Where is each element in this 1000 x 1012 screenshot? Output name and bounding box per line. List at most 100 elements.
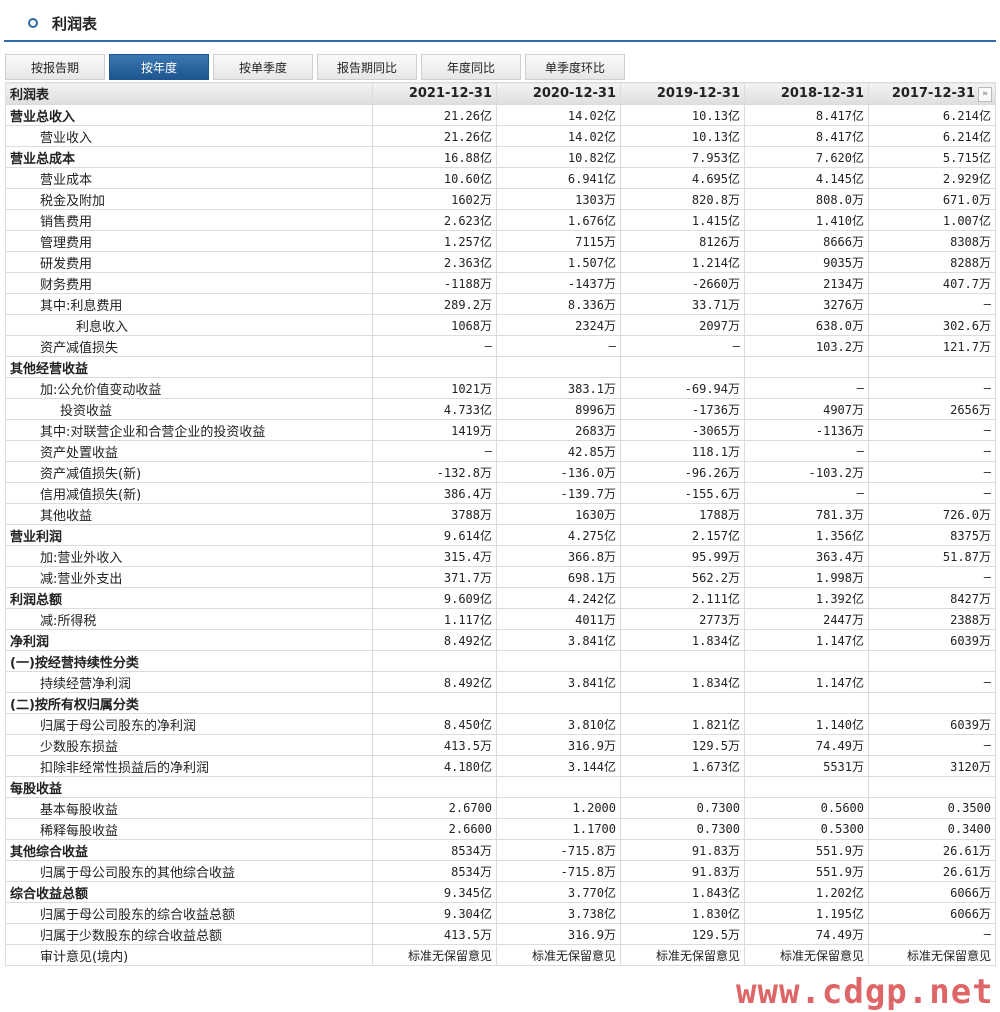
table-cell: 383.1万	[496, 377, 621, 399]
table-cell: 386.4万	[372, 482, 497, 504]
table-cell: 118.1万	[620, 440, 745, 462]
table-cell: 2656万	[868, 398, 996, 420]
table-cell: -1136万	[744, 419, 869, 441]
table-cell	[620, 356, 745, 378]
row-label: 其中:利息费用	[5, 293, 373, 315]
table-row: 审计意见(境内) 标准无保留意见 标准无保留意见 标准无保留意见 标准无保留意见 标准无保…	[5, 944, 996, 966]
row-label: 综合收益总额	[5, 881, 373, 903]
table-cell: 8.492亿	[372, 629, 497, 651]
column-header[interactable]: 2019-12-31	[620, 82, 745, 105]
table-cell: 103.2万	[744, 335, 869, 357]
table-cell: 21.26亿	[372, 104, 497, 126]
table-row: 利息收入 1068万 2324万 2097万 638.0万 302.6万	[5, 314, 996, 336]
table-cell: 3.810亿	[496, 713, 621, 735]
table-cell: 671.0万	[868, 188, 996, 210]
table-cell: 26.61万	[868, 839, 996, 861]
table-row: (一)按经营持续性分类	[5, 650, 996, 672]
table-cell: 413.5万	[372, 734, 497, 756]
table-row: 净利润 8.492亿 3.841亿 1.834亿 1.147亿 6039万	[5, 629, 996, 651]
table-row: 归属于母公司股东的综合收益总额 9.304亿 3.738亿 1.830亿 1.195亿 6…	[5, 902, 996, 924]
tab-4[interactable]: 年度同比	[421, 54, 521, 80]
table-cell: 2.363亿	[372, 251, 497, 273]
table-cell	[868, 650, 996, 672]
table-row: 每股收益	[5, 776, 996, 798]
column-header[interactable]: 2018-12-31	[744, 82, 869, 105]
table-cell: 638.0万	[744, 314, 869, 336]
table-row: 营业收入 21.26亿 14.02亿 10.13亿 8.417亿 6.214亿	[5, 125, 996, 147]
table-row: 资产处置收益 —42.85万 118.1万 — —	[5, 440, 996, 462]
table-cell: 3276万	[744, 293, 869, 315]
table-cell: 551.9万	[744, 860, 869, 882]
table-cell: 2388万	[868, 608, 996, 630]
table-cell: 74.49万	[744, 734, 869, 756]
table-cell: 1.673亿	[620, 755, 745, 777]
table-header-row: 利润表 2021-12-31 2020-12-31 2019-12-31 201…	[5, 82, 996, 105]
row-label: 营业利润	[5, 524, 373, 546]
table-cell: -2660万	[620, 272, 745, 294]
row-label: 资产处置收益	[5, 440, 373, 462]
table-row: 营业利润 9.614亿 4.275亿 2.157亿 1.356亿 8375万	[5, 524, 996, 546]
table-cell: —	[620, 335, 745, 357]
table-cell: 8.417亿	[744, 125, 869, 147]
table-row: 管理费用 1.257亿 7115万 8126万 8666万 8308万	[5, 230, 996, 252]
tab-3[interactable]: 报告期同比	[317, 54, 417, 80]
table-cell: 9.345亿	[372, 881, 497, 903]
table-cell: 302.6万	[868, 314, 996, 336]
row-label: 营业总成本	[5, 146, 373, 168]
row-label: 净利润	[5, 629, 373, 651]
table-cell: 820.8万	[620, 188, 745, 210]
table-cell: 121.7万	[868, 335, 996, 357]
column-header-label: 2017-12-31	[891, 86, 975, 101]
table-cell	[744, 692, 869, 714]
table-cell: —	[868, 482, 996, 504]
table-cell: 2.6600	[372, 818, 497, 840]
tab-0[interactable]: 按报告期	[5, 54, 105, 80]
table-cell: 3120万	[868, 755, 996, 777]
row-label: 信用减值损失(新)	[5, 482, 373, 504]
table-cell	[496, 650, 621, 672]
tab-1[interactable]: 按年度	[109, 54, 209, 80]
column-header[interactable]: 2021-12-31	[372, 82, 497, 105]
chevron-right-icon[interactable]: »	[978, 87, 992, 102]
table-cell: 3.841亿	[496, 671, 621, 693]
income-statement-table: 利润表 2021-12-31 2020-12-31 2019-12-31 201…	[5, 82, 996, 966]
table-cell: 0.7300	[620, 797, 745, 819]
table-cell: 726.0万	[868, 503, 996, 525]
column-header[interactable]: 2020-12-31	[496, 82, 621, 105]
table-cell: 1.195亿	[744, 902, 869, 924]
table-cell: 1.998万	[744, 566, 869, 588]
table-cell: 14.02亿	[496, 125, 621, 147]
row-label: 其他收益	[5, 503, 373, 525]
table-cell: 6066万	[868, 881, 996, 903]
row-label: 资产减值损失(新)	[5, 461, 373, 483]
table-row: 税金及附加 1602万 1303万 820.8万 808.0万 671.0万	[5, 188, 996, 210]
table-cell: 2134万	[744, 272, 869, 294]
tab-5[interactable]: 单季度环比	[525, 54, 625, 80]
table-cell: 4.180亿	[372, 755, 497, 777]
table-cell: —	[868, 293, 996, 315]
column-header[interactable]: 2017-12-31 »	[868, 82, 996, 105]
table-cell: 0.3500	[868, 797, 996, 819]
table-cell: 1.356亿	[744, 524, 869, 546]
table-cell: 标准无保留意见	[868, 944, 996, 966]
table-cell	[744, 356, 869, 378]
table-cell: —	[868, 461, 996, 483]
table-cell	[744, 650, 869, 672]
table-cell: 1788万	[620, 503, 745, 525]
tab-2[interactable]: 按单季度	[213, 54, 313, 80]
table-cell: 1303万	[496, 188, 621, 210]
page-title: 利润表	[52, 15, 98, 33]
table-cell	[372, 356, 497, 378]
row-label: 扣除非经常性损益后的净利润	[5, 755, 373, 777]
table-cell: 6039万	[868, 629, 996, 651]
table-cell: 1.830亿	[620, 902, 745, 924]
row-label: 研发费用	[5, 251, 373, 273]
table-cell: 9.304亿	[372, 902, 497, 924]
table-cell: 14.02亿	[496, 104, 621, 126]
table-cell: —	[372, 440, 497, 462]
table-cell: 10.82亿	[496, 146, 621, 168]
table-cell: 8308万	[868, 230, 996, 252]
table-row: 营业成本 10.60亿 6.941亿 4.695亿 4.145亿 2.929亿	[5, 167, 996, 189]
table-cell: 698.1万	[496, 566, 621, 588]
table-cell: 316.9万	[496, 734, 621, 756]
